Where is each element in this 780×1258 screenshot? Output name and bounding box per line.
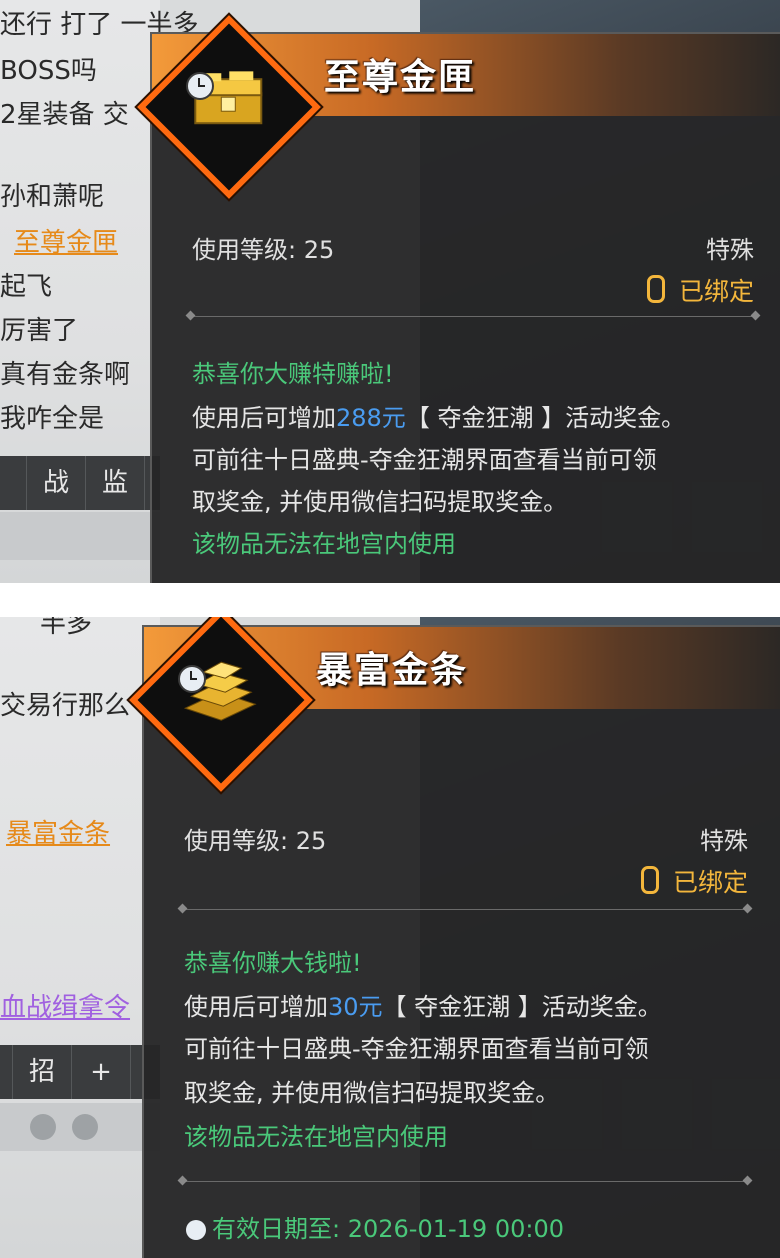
divider (190, 316, 756, 317)
chain-icon (646, 275, 665, 303)
use-level: 使用等级: 25 (184, 827, 327, 855)
chat-message: 孙和萧呢 (0, 182, 105, 212)
clock-icon (186, 1220, 206, 1240)
chat-message: 真有金条啊 (0, 360, 131, 390)
desc-prefix: 使用后可增加 (192, 404, 336, 432)
chat-message: 半多 (40, 617, 93, 639)
congrats-text: 恭喜你大赚特赚啦! (192, 360, 394, 388)
item-name: 暴富金条 (316, 649, 469, 691)
description-line-2: 可前往十日盛典-夺金狂潮界面查看当前可领 (192, 446, 657, 474)
desc-suffix: 【 夺金狂潮 】活动奖金。 (405, 404, 686, 432)
chat-toolbar (0, 1103, 160, 1151)
chat-toolbar (0, 512, 160, 560)
chat-message: 2星装备 交 (0, 100, 129, 130)
add-tab-button[interactable]: + (72, 1045, 131, 1099)
use-level: 使用等级: 25 (192, 236, 335, 264)
chain-icon (640, 866, 659, 894)
item-category: 特殊 (706, 236, 754, 264)
item-name: 至尊金匣 (324, 56, 477, 98)
restriction-text: 该物品无法在地宫内使用 (184, 1123, 448, 1151)
chat-message: 起飞 (0, 272, 53, 302)
description-line-1: 使用后可增加30元【 夺金狂潮 】活动奖金。 (184, 987, 662, 1022)
desc-prefix: 使用后可增加 (184, 993, 328, 1021)
dice-icon[interactable] (72, 1114, 98, 1140)
description-line-1: 使用后可增加288元【 夺金狂潮 】活动奖金。 (192, 398, 685, 433)
divider (182, 1181, 748, 1182)
bound-label: 已绑定 (672, 868, 748, 897)
chat-tab[interactable] (0, 456, 27, 510)
reward-amount: 288元 (336, 404, 406, 432)
restriction-text: 该物品无法在地宫内使用 (192, 530, 456, 558)
bound-label: 已绑定 (678, 277, 754, 306)
chat-message: 我咋全是 (0, 404, 105, 434)
clock-icon (186, 72, 214, 100)
item-category: 特殊 (700, 827, 748, 855)
chat-panel: 半多 交易行那么 暴富金条 血战缉拿令 (0, 617, 160, 1258)
clock-icon (178, 665, 206, 693)
chat-tab-monitor[interactable]: 监 (86, 456, 145, 510)
divider (182, 909, 748, 910)
screenshot-panel-2: 半多 交易行那么 暴富金条 血战缉拿令 招 + 暴富金条 使用等级: 25 特殊… (0, 617, 780, 1258)
chat-item-link[interactable]: 至尊金匣 (14, 222, 118, 259)
chat-tab-battle[interactable]: 战 (27, 456, 86, 510)
desc-suffix: 【 夺金狂潮 】活动奖金。 (382, 993, 662, 1021)
description-line-2: 可前往十日盛典-夺金狂潮界面查看当前可领 (184, 1035, 649, 1063)
chat-item-link[interactable]: 血战缉拿令 (0, 987, 130, 1024)
description-line-3: 取奖金, 并使用微信扫码提取奖金。 (184, 1079, 560, 1107)
chat-message: 厉害了 (0, 316, 79, 346)
item-tooltip: 至尊金匣 使用等级: 25 特殊 已绑定 恭喜你大赚特赚啦! 使用后可增加288… (137, 15, 780, 583)
chat-tab[interactable] (0, 1045, 13, 1099)
chat-message: 交易行那么 (0, 691, 131, 721)
item-tooltip: 暴富金条 使用等级: 25 特殊 已绑定 恭喜你赚大钱啦! 使用后可增加30元【… (129, 617, 780, 1258)
chat-item-link[interactable]: 暴富金条 (6, 813, 110, 850)
congrats-text: 恭喜你赚大钱啦! (184, 949, 362, 977)
chat-tab-bar: 招 + (0, 1045, 160, 1099)
screenshot-panel-1: 还行 打了 一半多 BOSS吗 2星装备 交 孙和萧呢 至尊金匣 起飞 厉害了 … (0, 0, 780, 583)
description-line-3: 取奖金, 并使用微信扫码提取奖金。 (192, 488, 568, 516)
chat-message: BOSS吗 (0, 56, 97, 86)
chat-tab-recruit[interactable]: 招 (13, 1045, 72, 1099)
chat-tab-bar: 战 监 (0, 456, 160, 510)
bound-status: 已绑定 (640, 863, 748, 899)
expiry-date: 有效日期至: 2026-01-19 00:00 (186, 1209, 564, 1244)
reward-amount: 30元 (328, 993, 383, 1021)
expiry-label: 有效日期至: 2026-01-19 00:00 (212, 1215, 564, 1243)
emoji-icon[interactable] (30, 1114, 56, 1140)
bound-status: 已绑定 (646, 272, 754, 308)
